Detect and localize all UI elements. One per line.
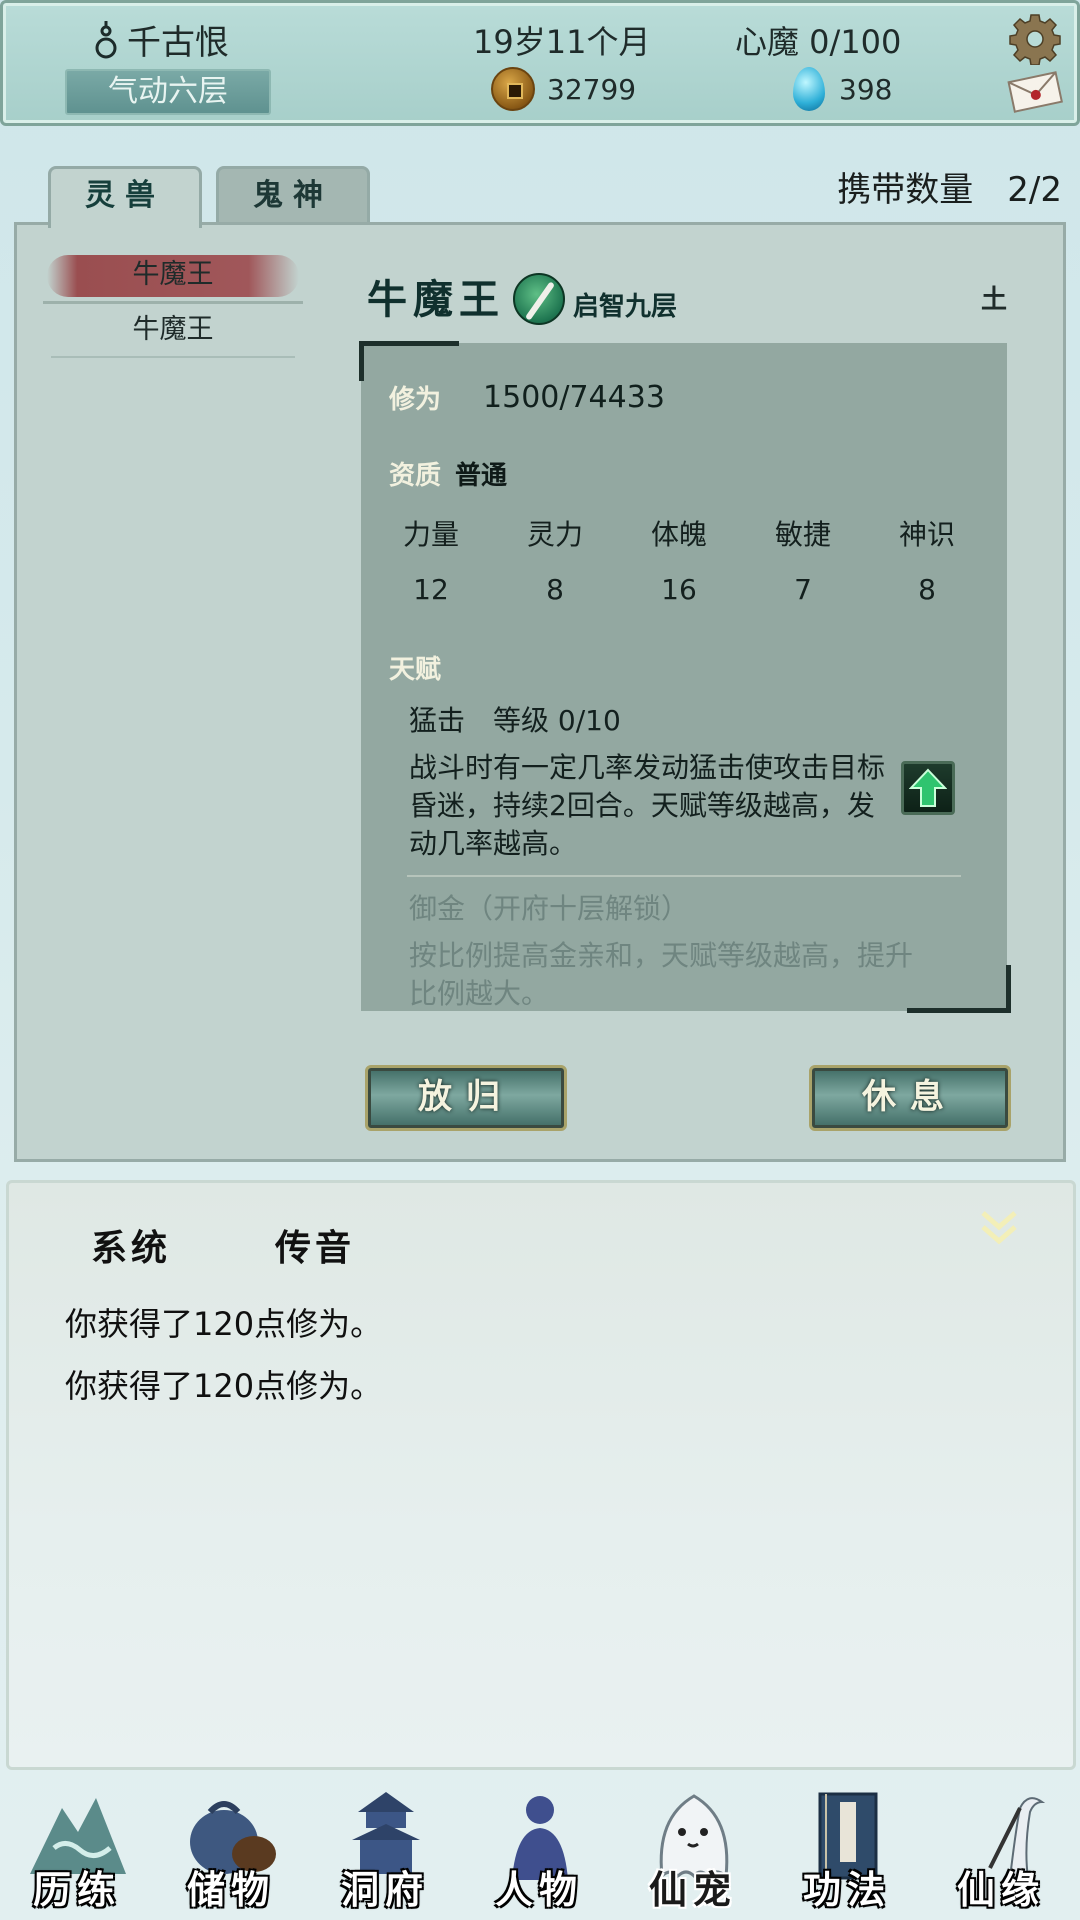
message-line: 你获得了120点修为。 — [65, 1367, 383, 1405]
pet-name: 牛魔王 — [367, 276, 505, 323]
talent-description: 战斗时有一定几率发动猛击使攻击目标昏迷，持续2回合。天赋等级越高，发动几率越高。 — [409, 751, 886, 860]
talent-label: 天赋 — [389, 655, 442, 685]
gear-icon[interactable] — [1009, 13, 1061, 65]
cultivation-value: 1500/74433 — [483, 380, 665, 415]
stat-value: 7 — [794, 573, 812, 606]
beast-list-item-selected[interactable]: 牛魔王 — [47, 255, 299, 297]
nav-label: 仙宠 — [648, 1867, 737, 1912]
stat-label: 神识 — [898, 518, 955, 551]
aptitude-row: 资质 普通 — [389, 455, 507, 492]
rest-button[interactable]: 休息 — [809, 1065, 1011, 1131]
message-panel: 系统 传音 你获得了120点修为。 你获得了120点修为。 — [6, 1180, 1076, 1770]
pet-element: 土 — [980, 285, 1007, 315]
nav-character[interactable]: 人物 — [462, 1774, 616, 1920]
nav-label: 储物 — [186, 1867, 275, 1912]
nav-label: 人物 — [494, 1867, 583, 1912]
stat-label: 体魄 — [650, 518, 707, 551]
gem-icon — [793, 67, 825, 111]
stat-values-row: 12 8 16 7 8 — [369, 573, 999, 606]
divider — [43, 301, 303, 304]
age-text: 19岁11个月 — [473, 23, 651, 61]
nav-cave[interactable]: 洞府 — [308, 1774, 462, 1920]
player-name-text: 千古恨 — [127, 23, 229, 63]
nav-storage[interactable]: 储物 — [154, 1774, 308, 1920]
tab-system[interactable]: 系统 — [70, 1219, 202, 1271]
tab-spirit-beast[interactable]: 灵兽 — [48, 166, 202, 228]
stat-label: 灵力 — [526, 518, 583, 551]
player-name: 千古恨 — [93, 15, 229, 64]
divider — [51, 356, 295, 358]
beast-list: 牛魔王 牛魔王 — [43, 255, 303, 358]
cultivation-row: 修为 1500/74433 — [389, 379, 665, 416]
nav-label: 仙缘 — [956, 1867, 1045, 1912]
locked-talent-description: 按比例提高金亲和，天赋等级越高，提升比例越大。 — [409, 939, 914, 1010]
stats-table: 力量 灵力 体魄 敏捷 神识 12 8 16 7 8 — [369, 513, 999, 606]
stat-labels-row: 力量 灵力 体魄 敏捷 神识 — [369, 513, 999, 553]
upgrade-talent-button[interactable] — [901, 761, 955, 815]
aptitude-label: 资质 — [389, 461, 442, 491]
cultivation-label: 修为 — [389, 385, 442, 415]
gem-value: 398 — [839, 72, 893, 106]
aptitude-value: 普通 — [455, 461, 508, 491]
talent-heading: 猛击 等级 0/10 — [409, 699, 621, 739]
talent-level: 等级 0/10 — [493, 704, 621, 737]
nav-label: 历练 — [32, 1867, 121, 1912]
arrow-up-icon — [909, 768, 947, 807]
frame-corner — [907, 965, 1011, 1013]
pet-header: 牛魔王 启智九层 — [367, 267, 677, 325]
frame-corner — [359, 341, 459, 381]
divider — [407, 875, 961, 877]
stat-value: 8 — [918, 573, 936, 606]
stat-label: 敏捷 — [774, 518, 831, 551]
message-line: 你获得了120点修为。 — [65, 1305, 383, 1343]
carry-count-value: 2/2 — [1007, 170, 1062, 210]
realm-badge: 气动六层 — [65, 69, 271, 115]
nav-training[interactable]: 历练 — [0, 1774, 154, 1920]
gourd-icon — [95, 20, 117, 58]
coin-value: 32799 — [547, 72, 637, 106]
locked-talent-name: 御金（开府十层解锁） — [409, 892, 690, 925]
heart-demon-text: 心魔 0/100 — [735, 23, 902, 61]
stat-value: 16 — [661, 573, 697, 606]
chevron-down-icon[interactable] — [979, 1207, 1019, 1247]
message-list: 你获得了120点修为。 你获得了120点修为。 — [65, 1293, 382, 1417]
nav-label: 洞府 — [340, 1867, 429, 1912]
rename-brush-icon[interactable] — [513, 273, 565, 325]
status-bar: 千古恨 气动六层 19岁11个月 心魔 0/100 32799 398 — [0, 0, 1080, 126]
release-button[interactable]: 放归 — [365, 1065, 567, 1131]
pet-info-box: 修为 1500/74433 资质 普通 力量 灵力 体魄 敏捷 神识 12 8 … — [361, 343, 1007, 1011]
coin-counter: 32799 — [491, 67, 636, 111]
talent-name: 猛击 — [409, 704, 466, 737]
nav-destiny[interactable]: 仙缘 — [924, 1774, 1078, 1920]
nav-pet[interactable]: 仙宠 — [616, 1774, 770, 1920]
nav-skills[interactable]: 功法 — [770, 1774, 924, 1920]
bottom-nav: 历练 储物 洞府 人物 仙宠 功法 仙缘 — [0, 1774, 1080, 1920]
tab-transmit[interactable]: 传音 — [254, 1219, 386, 1271]
tab-ghost-god[interactable]: 鬼神 — [216, 166, 370, 226]
stat-value: 12 — [413, 573, 449, 606]
gem-counter: 398 — [793, 67, 892, 111]
stat-label: 力量 — [402, 518, 459, 551]
coin-icon — [491, 67, 535, 111]
mail-icon[interactable] — [1005, 69, 1065, 113]
carry-count: 携带数量 2/2 — [837, 162, 1062, 211]
pet-level: 启智九层 — [573, 292, 678, 322]
beast-list-item[interactable]: 牛魔王 — [43, 306, 303, 356]
stat-value: 8 — [546, 573, 564, 606]
pet-panel: 牛魔王 牛魔王 牛魔王 启智九层 土 修为 1500/74433 资质 普通 力… — [14, 222, 1066, 1162]
carry-count-label: 携带数量 — [837, 170, 974, 210]
nav-label: 功法 — [802, 1867, 891, 1912]
